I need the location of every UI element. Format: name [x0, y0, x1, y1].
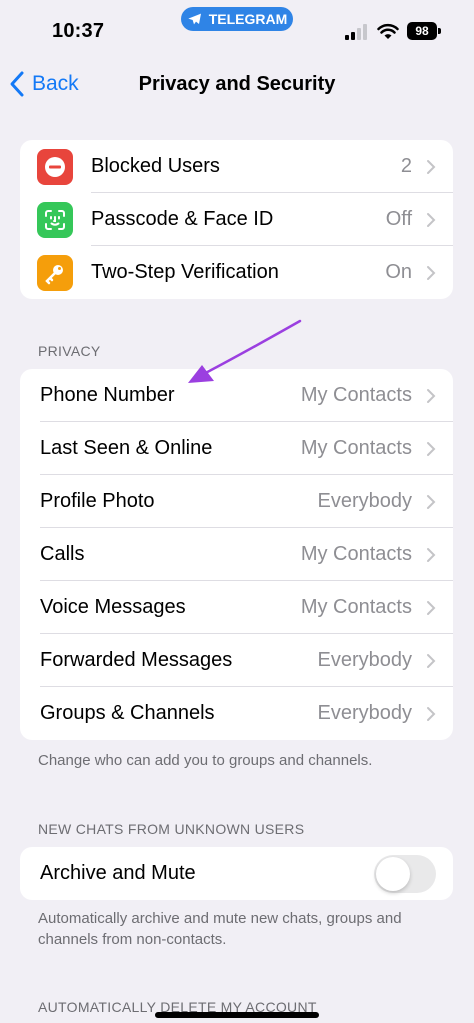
- status-bar: 10:37 TELEGRAM 98: [0, 0, 474, 60]
- archive-and-mute-label: Archive and Mute: [40, 862, 196, 884]
- chevron-right-icon: [427, 600, 436, 615]
- two-step-verification-row[interactable]: Two-Step Verification On: [20, 246, 453, 299]
- phone-number-value: My Contacts: [300, 384, 412, 406]
- battery-level: 98: [415, 24, 429, 38]
- toggle-knob: [376, 856, 410, 891]
- key-icon: [45, 264, 63, 284]
- navigation-bar: Back Privacy and Security: [0, 60, 474, 110]
- passcode-icon-box: [37, 201, 73, 238]
- security-group: Blocked Users 2 Passcode & Face ID Off T…: [20, 140, 453, 299]
- chevron-right-icon: [427, 547, 436, 562]
- voice-messages-label: Voice Messages: [40, 596, 186, 618]
- calls-label: Calls: [40, 543, 85, 565]
- chevron-right-icon: [427, 388, 436, 403]
- voice-messages-value: My Contacts: [300, 596, 412, 618]
- face-id-icon: [45, 209, 65, 230]
- privacy-footer: Change who can add you to groups and cha…: [38, 752, 373, 769]
- wifi-icon: [377, 23, 399, 39]
- profile-photo-label: Profile Photo: [40, 490, 155, 512]
- chevron-right-icon: [427, 441, 436, 456]
- last-seen-online-label: Last Seen & Online: [40, 437, 213, 459]
- chevron-right-icon: [427, 265, 436, 280]
- profile-photo-row[interactable]: Profile Photo Everybody: [20, 475, 453, 528]
- telegram-pill[interactable]: TELEGRAM: [181, 7, 293, 31]
- last-seen-online-value: My Contacts: [300, 437, 412, 459]
- chevron-right-icon: [427, 494, 436, 509]
- minus-circle-icon: [45, 156, 65, 177]
- passcode-face-id-label: Passcode & Face ID: [91, 208, 274, 230]
- calls-row[interactable]: Calls My Contacts: [20, 528, 453, 581]
- cellular-signal-icon: [345, 24, 367, 40]
- blocked-users-icon-box: [37, 148, 73, 185]
- forwarded-messages-value: Everybody: [317, 649, 413, 671]
- chevron-right-icon: [427, 159, 436, 174]
- two-step-icon-box: [37, 254, 73, 291]
- battery-tip: [438, 28, 441, 34]
- groups-channels-value: Everybody: [317, 702, 413, 724]
- voice-messages-row[interactable]: Voice Messages My Contacts: [20, 581, 453, 634]
- home-indicator: [155, 1012, 319, 1018]
- chevron-right-icon: [427, 212, 436, 227]
- phone-number-label: Phone Number: [40, 384, 175, 406]
- profile-photo-value: Everybody: [317, 490, 413, 512]
- groups-channels-label: Groups & Channels: [40, 702, 215, 724]
- archive-and-mute-toggle[interactable]: [374, 854, 436, 893]
- page-title: Privacy and Security: [138, 73, 336, 95]
- last-seen-online-row[interactable]: Last Seen & Online My Contacts: [20, 422, 453, 475]
- blocked-users-label: Blocked Users: [91, 155, 220, 177]
- chevron-right-icon: [427, 653, 436, 668]
- privacy-group: Phone Number My Contacts Last Seen & Onl…: [20, 369, 453, 740]
- battery-indicator: 98: [407, 22, 437, 40]
- groups-channels-row[interactable]: Groups & Channels Everybody: [20, 687, 453, 740]
- chevron-right-icon: [427, 706, 436, 721]
- two-step-verification-label: Two-Step Verification: [91, 261, 279, 283]
- calls-value: My Contacts: [300, 543, 412, 565]
- phone-number-row[interactable]: Phone Number My Contacts: [20, 369, 453, 422]
- forwarded-messages-row[interactable]: Forwarded Messages Everybody: [20, 634, 453, 687]
- blocked-users-value: 2: [400, 155, 412, 177]
- two-step-verification-value: On: [385, 261, 412, 283]
- privacy-section-header: PRIVACY: [38, 343, 101, 359]
- new-chats-footer: Automatically archive and mute new chats…: [38, 910, 402, 948]
- passcode-face-id-value: Off: [385, 208, 412, 230]
- telegram-icon: [188, 13, 201, 25]
- status-time: 10:37: [52, 20, 105, 42]
- archive-and-mute-row: Archive and Mute: [20, 847, 453, 900]
- passcode-face-id-row[interactable]: Passcode & Face ID Off: [20, 193, 453, 246]
- forwarded-messages-label: Forwarded Messages: [40, 649, 233, 671]
- blocked-users-row[interactable]: Blocked Users 2: [20, 140, 453, 193]
- telegram-pill-label: TELEGRAM: [208, 11, 288, 27]
- new-chats-section-header: NEW CHATS FROM UNKNOWN USERS: [38, 821, 305, 837]
- new-chats-group: Archive and Mute: [20, 847, 453, 900]
